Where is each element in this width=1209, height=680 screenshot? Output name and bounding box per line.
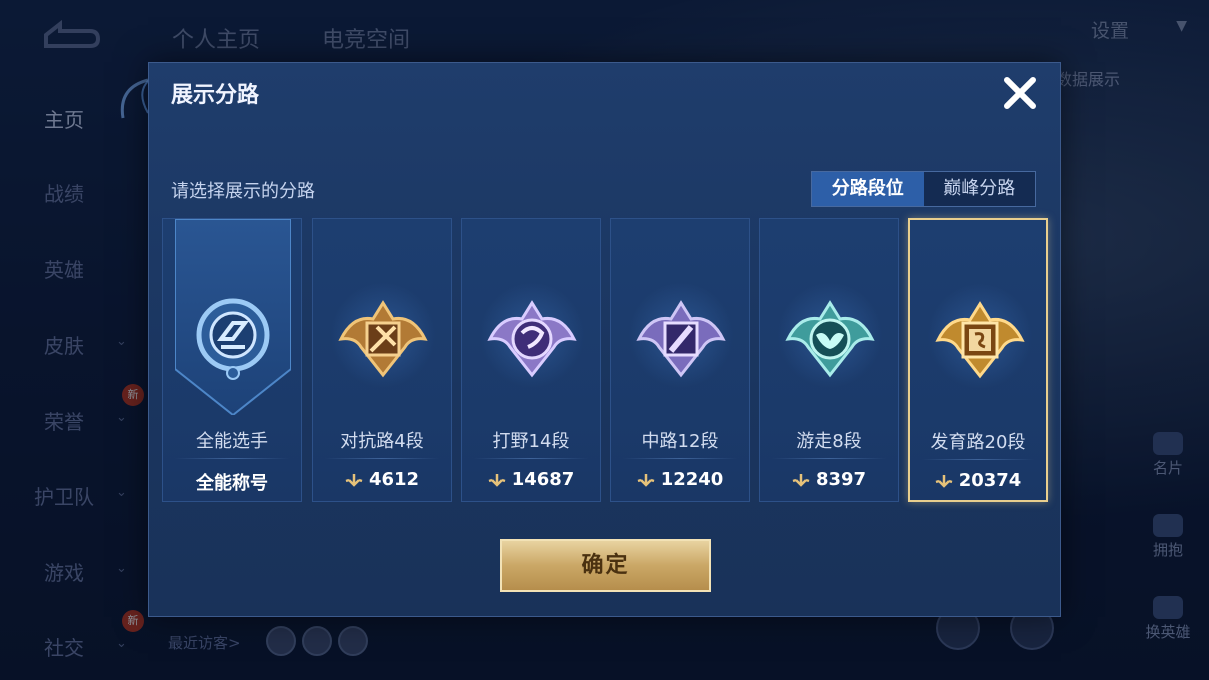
mid-lane-emblem-icon [636, 300, 726, 378]
lane-card-mid-lane[interactable]: 中路12段 12240 [610, 218, 750, 502]
farm-lane-emblem-icon [935, 301, 1025, 379]
close-button[interactable] [998, 71, 1042, 115]
rank-points-icon [488, 473, 506, 487]
lane-card-farm-lane[interactable]: 发育路20段 20374 [908, 218, 1048, 502]
card-divider [325, 458, 439, 459]
card-divider [474, 458, 588, 459]
clash-lane-emblem-icon [338, 300, 428, 378]
rank-points-icon [345, 473, 363, 487]
lane-card-list: 全能选手 全能称号 对抗路4段 4612 打野14段 14687 中路12段 1… [162, 218, 1052, 503]
card-divider [175, 458, 289, 459]
lane-mode-toggle: 分路段位 巅峰分路 [811, 171, 1036, 207]
lane-card-clash-lane[interactable]: 对抗路4段 4612 [312, 218, 452, 502]
all-round-emblem-icon [196, 298, 270, 380]
card-score: 14687 [462, 469, 600, 490]
card-title: 全能选手 [196, 431, 268, 452]
rank-points-icon [935, 474, 953, 488]
rank-points-icon [792, 473, 810, 487]
dialog-title: 展示分路 [171, 83, 260, 108]
card-score: 8397 [760, 469, 898, 490]
jungle-emblem-icon [487, 300, 577, 378]
close-icon [1004, 77, 1036, 109]
card-score: 12240 [611, 469, 749, 490]
tab-peak-lane[interactable]: 巅峰分路 [924, 172, 1036, 206]
lane-card-jungle[interactable]: 打野14段 14687 [461, 218, 601, 502]
lane-display-dialog: 展示分路 请选择展示的分路 分路段位 巅峰分路 全能选手 全能称号 对抗路4段 … [148, 62, 1061, 617]
roam-emblem-icon [785, 300, 875, 378]
card-title: 发育路20段 [930, 432, 1026, 453]
tab-lane-rank[interactable]: 分路段位 [812, 172, 924, 206]
card-score: 4612 [313, 469, 451, 490]
card-score: 20374 [910, 470, 1046, 491]
lane-card-all-round[interactable]: 全能选手 全能称号 [162, 218, 302, 502]
rank-points-icon [637, 473, 655, 487]
card-title: 对抗路4段 [340, 431, 424, 452]
card-score: 全能称号 [196, 473, 268, 494]
confirm-button[interactable]: 确定 [500, 539, 711, 592]
card-divider [623, 458, 737, 459]
card-divider [922, 459, 1034, 460]
select-lane-prompt: 请选择展示的分路 [171, 181, 315, 202]
card-title: 游走8段 [796, 431, 862, 452]
card-title: 打野14段 [492, 431, 570, 452]
lane-card-roam[interactable]: 游走8段 8397 [759, 218, 899, 502]
card-title: 中路12段 [641, 431, 719, 452]
card-divider [772, 458, 886, 459]
